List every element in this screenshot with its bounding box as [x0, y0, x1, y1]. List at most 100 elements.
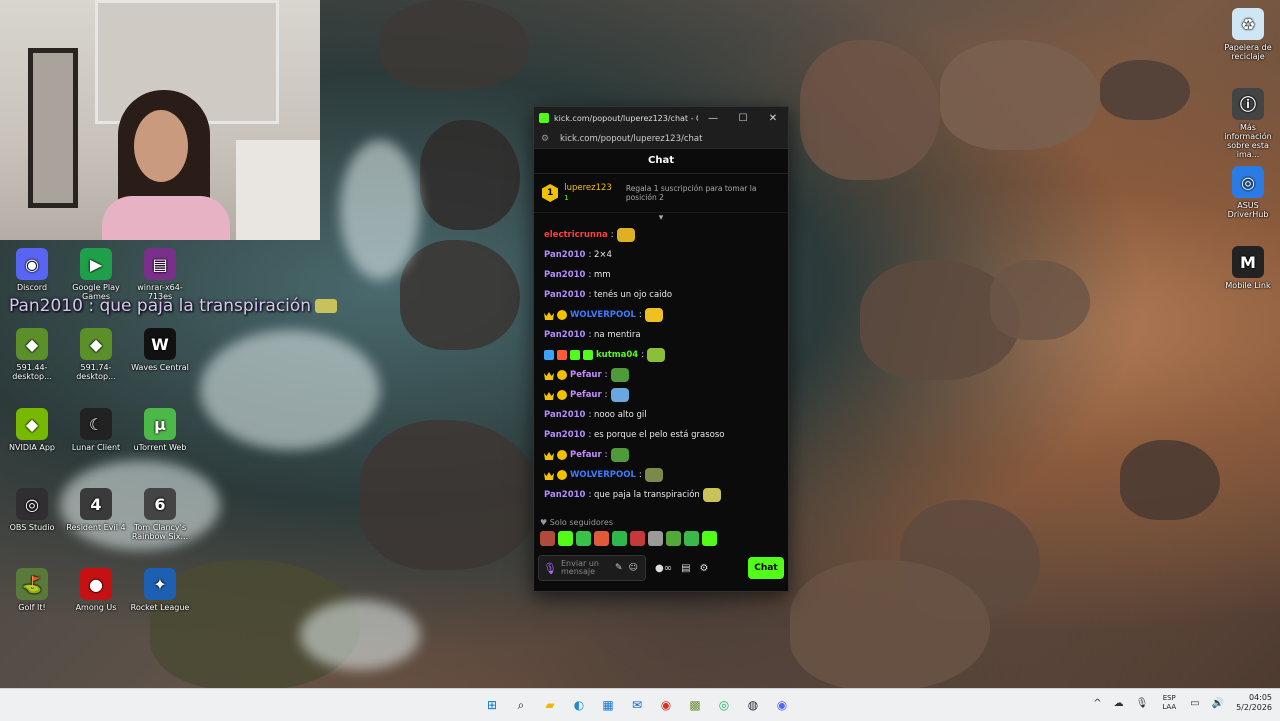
chat-username[interactable]: Pan2010	[544, 250, 585, 260]
display-icon[interactable]: ▭	[1190, 698, 1199, 709]
chat-username[interactable]: Pan2010	[544, 430, 585, 440]
chat-username[interactable]: Pefaur	[570, 450, 602, 460]
chat-username[interactable]: Pan2010	[544, 270, 585, 280]
emote-icon[interactable]	[612, 531, 627, 546]
site-info-icon[interactable]: ⚙	[541, 134, 553, 144]
desktop-icon[interactable]: ◎ ASUS DriverHub	[1216, 166, 1280, 219]
chat-input[interactable]: 🎙 Enviar un mensaje ✎ ☺	[538, 555, 646, 581]
emote-icon[interactable]	[540, 531, 555, 546]
desktop-icon[interactable]: ⛳ Golf It!	[0, 568, 64, 612]
desktop-icon[interactable]: ☾ Lunar Client	[64, 408, 128, 452]
top-gifter[interactable]: luperez123 1	[564, 183, 612, 203]
emote-icon[interactable]	[558, 531, 573, 546]
webcam-person-face	[134, 110, 188, 182]
close-icon[interactable]: ✕	[758, 113, 788, 124]
clock[interactable]: 04:05 5/2/2026	[1236, 693, 1272, 713]
chat-username[interactable]: Pefaur	[570, 390, 602, 400]
emote-icon[interactable]	[666, 531, 681, 546]
chat-message-list[interactable]: electricrunna: Pan2010: 2×4 Pan2010: mm Pan…	[534, 223, 788, 505]
desktop-icon[interactable]: M Mobile Link	[1216, 246, 1280, 290]
chat-username[interactable]: WOLVERPOOL	[570, 310, 636, 320]
chat-popout-window[interactable]: kick.com/popout/luperez123/chat - Go... …	[533, 106, 789, 592]
desktop-icon[interactable]: ▶ Google Play Games	[64, 248, 128, 301]
chevron-up-icon[interactable]: ^	[1093, 698, 1101, 709]
desktop-icon[interactable]: ◆ NVIDIA App	[0, 408, 64, 452]
network-icon[interactable]: ☁	[1114, 698, 1124, 709]
emote-icon[interactable]	[576, 531, 591, 546]
emoji-icon[interactable]: ☺	[629, 563, 638, 573]
steam-icon[interactable]: ◍	[743, 695, 763, 715]
chat-message[interactable]: Pan2010: na mentira	[544, 325, 778, 345]
outlook-icon[interactable]: ✉	[627, 695, 647, 715]
chat-username[interactable]: Pefaur	[570, 370, 602, 380]
chat-username[interactable]: Pan2010	[544, 330, 585, 340]
minimize-icon[interactable]: —	[698, 113, 728, 124]
emote-icon[interactable]	[630, 531, 645, 546]
window-titlebar[interactable]: kick.com/popout/luperez123/chat - Go... …	[534, 107, 788, 129]
chat-message[interactable]: electricrunna:	[544, 225, 778, 245]
address-bar[interactable]: ⚙ kick.com/popout/luperez123/chat	[534, 129, 788, 149]
volume-icon[interactable]: 🔊	[1212, 698, 1224, 709]
address-url[interactable]: kick.com/popout/luperez123/chat	[560, 134, 702, 144]
desktop-icon[interactable]: ◆ 591.44-desktop...	[0, 328, 64, 381]
gift-sub-prompt[interactable]: Regala 1 suscripción para tomar la posic…	[626, 184, 780, 202]
edge-icon[interactable]: ◐	[569, 695, 589, 715]
chat-message[interactable]: Pan2010: tenés un ojo caido	[544, 285, 778, 305]
chat-message[interactable]: WOLVERPOOL:	[544, 305, 778, 325]
input-language[interactable]: ESP LAA	[1162, 694, 1176, 712]
desktop-icon[interactable]: µ uTorrent Web	[128, 408, 192, 452]
chat-username[interactable]: Pan2010	[544, 410, 585, 420]
spotify-icon[interactable]: ◎	[714, 695, 734, 715]
chat-username[interactable]: WOLVERPOOL	[570, 470, 636, 480]
desktop-icon[interactable]: ♻ Papelera de reciclaje	[1216, 8, 1280, 61]
desktop-icon[interactable]: 4 Resident Evil 4	[64, 488, 128, 532]
waves-central-icon: W	[144, 328, 176, 360]
desktop-icon[interactable]: ✦ Rocket League	[128, 568, 192, 612]
kick-coins-icon[interactable]: ●∞	[655, 563, 672, 574]
maximize-icon[interactable]: ☐	[728, 113, 758, 124]
desktop-icon[interactable]: ◆ 591.74-desktop...	[64, 328, 128, 381]
emote-icon[interactable]	[702, 531, 717, 546]
desktop-icon[interactable]: ◉ Discord	[0, 248, 64, 292]
chat-message[interactable]: WOLVERPOOL:	[544, 465, 778, 485]
start-icon[interactable]: ⊞	[482, 695, 502, 715]
store-icon[interactable]: ▦	[598, 695, 618, 715]
chrome-icon[interactable]: ◉	[656, 695, 676, 715]
chat-username[interactable]: Pan2010	[544, 490, 585, 500]
emote-icon[interactable]	[648, 531, 663, 546]
minecraft-icon[interactable]: ▩	[685, 695, 705, 715]
chat-message[interactable]: kutma04:	[544, 345, 778, 365]
chat-message[interactable]: Pan2010: 2×4	[544, 245, 778, 265]
file-explorer-icon[interactable]: ▰	[540, 695, 560, 715]
chat-message[interactable]: Pan2010: es porque el pelo está grasoso	[544, 425, 778, 445]
chat-message[interactable]: Pefaur:	[544, 365, 778, 385]
desktop-icon[interactable]: ◎ OBS Studio	[0, 488, 64, 532]
chat-message[interactable]: Pan2010: que paja la transpiración	[544, 485, 778, 505]
chat-username[interactable]: Pan2010	[544, 290, 585, 300]
desktop-icon[interactable]: ▤ winrar-x64-713es	[128, 248, 192, 301]
collapse-chevron-icon[interactable]: ▾	[534, 213, 788, 223]
desktop-icon[interactable]: ⓘ Más información sobre esta ima...	[1216, 88, 1280, 159]
chat-message[interactable]: Pefaur:	[544, 445, 778, 465]
chat-username[interactable]: kutma04	[596, 350, 638, 360]
chat-message[interactable]: Pan2010: mm	[544, 265, 778, 285]
store-icon[interactable]: ▤	[681, 563, 690, 574]
emote-bar[interactable]	[540, 531, 717, 546]
emote-icon[interactable]	[594, 531, 609, 546]
send-chat-button[interactable]: Chat	[748, 557, 784, 579]
top-gifter-banner[interactable]: 1 luperez123 1 Regala 1 suscripción para…	[534, 174, 788, 213]
search-icon[interactable]: ⌕	[511, 695, 531, 715]
chat-username[interactable]: electricrunna	[544, 230, 608, 240]
desktop-icon[interactable]: ● Among Us	[64, 568, 128, 612]
discord-icon[interactable]: ◉	[772, 695, 792, 715]
translate-icon[interactable]: ✎	[615, 563, 623, 573]
microphone-icon[interactable]: 🎙	[543, 562, 557, 575]
emote-icon[interactable]	[684, 531, 699, 546]
chat-message[interactable]: Pan2010: nooo alto gil	[544, 405, 778, 425]
desktop-icon[interactable]: 6 Tom Clancy's Rainbow Six...	[128, 488, 192, 541]
info-spotlight-icon: ⓘ	[1232, 88, 1264, 120]
chat-message[interactable]: Pefaur:	[544, 385, 778, 405]
settings-gear-icon[interactable]: ⚙	[700, 563, 709, 574]
desktop-icon[interactable]: W Waves Central	[128, 328, 192, 372]
mic-tray-icon[interactable]: 🎙	[1136, 698, 1149, 709]
